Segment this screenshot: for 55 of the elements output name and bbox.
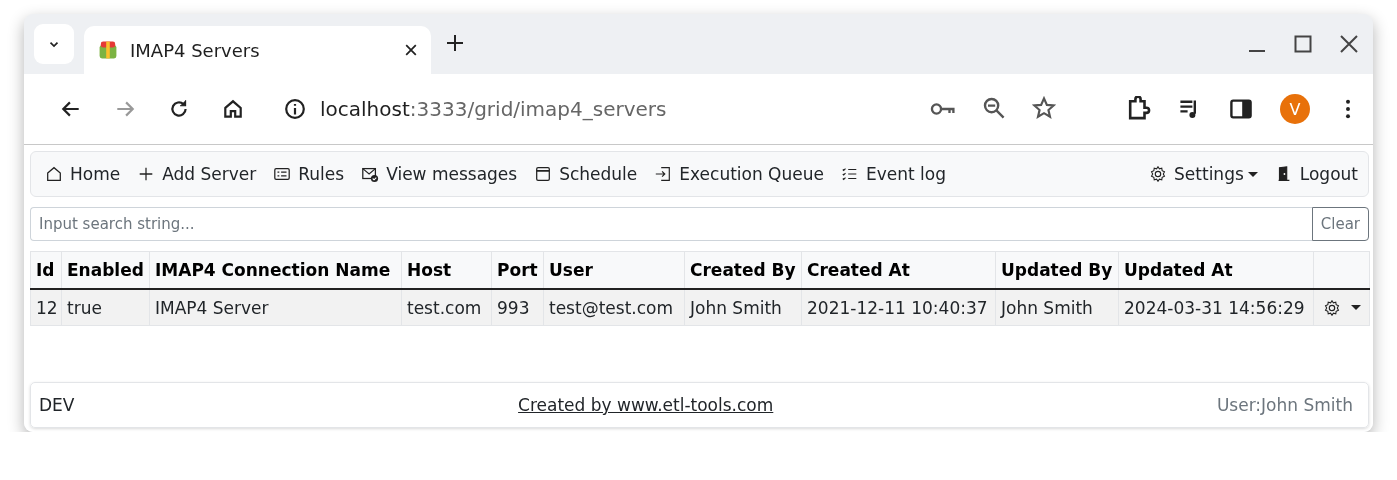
nav-link[interactable]: Logout bbox=[1274, 164, 1358, 184]
nav-link[interactable]: Settings bbox=[1149, 164, 1258, 184]
nav-link[interactable]: Rules bbox=[273, 164, 345, 184]
nav-link[interactable]: Home bbox=[45, 164, 121, 184]
user-label: User:John Smith bbox=[1216, 395, 1353, 415]
nav-link[interactable]: Add Server bbox=[137, 164, 257, 184]
enter-icon bbox=[654, 165, 673, 183]
column-header: Enabled bbox=[61, 251, 150, 289]
table-cell: IMAP4 Server bbox=[149, 289, 402, 326]
star-icon[interactable] bbox=[1032, 96, 1056, 120]
column-header: Created By bbox=[684, 251, 802, 289]
calendar-icon bbox=[534, 165, 553, 183]
environment-label: DEV bbox=[39, 395, 75, 415]
column-header: Created At bbox=[801, 251, 996, 289]
column-header: Updated At bbox=[1118, 251, 1314, 289]
nav-link[interactable]: Execution Queue bbox=[654, 164, 824, 184]
browser-tab[interactable]: IMAP4 Servers bbox=[84, 26, 431, 74]
search-field[interactable]: Input search string... bbox=[30, 207, 1312, 241]
credits-link[interactable]: Created by www.etl-tools.com bbox=[518, 395, 774, 415]
gear-icon bbox=[1149, 165, 1168, 183]
column-header: Port bbox=[491, 251, 544, 289]
column-header: User bbox=[543, 251, 685, 289]
table-cell: 993 bbox=[491, 289, 544, 326]
nav-link[interactable]: Schedule bbox=[534, 164, 638, 184]
reload-icon[interactable] bbox=[168, 98, 190, 120]
nav-link[interactable]: View messages bbox=[361, 164, 518, 184]
column-header: Updated By bbox=[995, 251, 1119, 289]
list-card-icon bbox=[273, 165, 292, 183]
side-panel-icon[interactable] bbox=[1229, 97, 1253, 121]
close-icon[interactable] bbox=[403, 42, 419, 58]
tab-title: IMAP4 Servers bbox=[130, 39, 261, 61]
envelope-icon bbox=[361, 165, 380, 183]
table-cell: 2024-03-31 14:56:29 bbox=[1118, 289, 1314, 326]
column-header: Id bbox=[30, 251, 62, 289]
caret-icon[interactable] bbox=[1351, 305, 1361, 310]
nav-link[interactable]: Event log bbox=[841, 164, 946, 184]
new-tab-icon[interactable] bbox=[445, 33, 465, 53]
home-icon[interactable] bbox=[222, 98, 244, 120]
settings-icon[interactable] bbox=[1323, 298, 1341, 317]
table-cell: John Smith bbox=[684, 289, 802, 326]
table-cell: true bbox=[61, 289, 150, 326]
close-icon[interactable] bbox=[1339, 34, 1359, 54]
clear-button[interactable]: Clear bbox=[1311, 207, 1369, 241]
address-field[interactable]: localhost:3333/grid/imap4_servers bbox=[320, 97, 916, 121]
zoom-out-icon[interactable] bbox=[982, 96, 1006, 120]
table-cell: test.com bbox=[401, 289, 492, 326]
column-header: Host bbox=[401, 251, 492, 289]
table-cell: 12 bbox=[30, 289, 62, 326]
table-cell: test@test.com bbox=[543, 289, 685, 326]
maximize-icon[interactable] bbox=[1293, 34, 1313, 54]
table-cell: John Smith bbox=[995, 289, 1119, 326]
table-cell: 2021-12-11 10:40:37 bbox=[801, 289, 996, 326]
home-icon bbox=[45, 165, 63, 183]
column-header: IMAP4 Connection Name bbox=[149, 251, 402, 289]
info-icon[interactable] bbox=[284, 98, 306, 120]
